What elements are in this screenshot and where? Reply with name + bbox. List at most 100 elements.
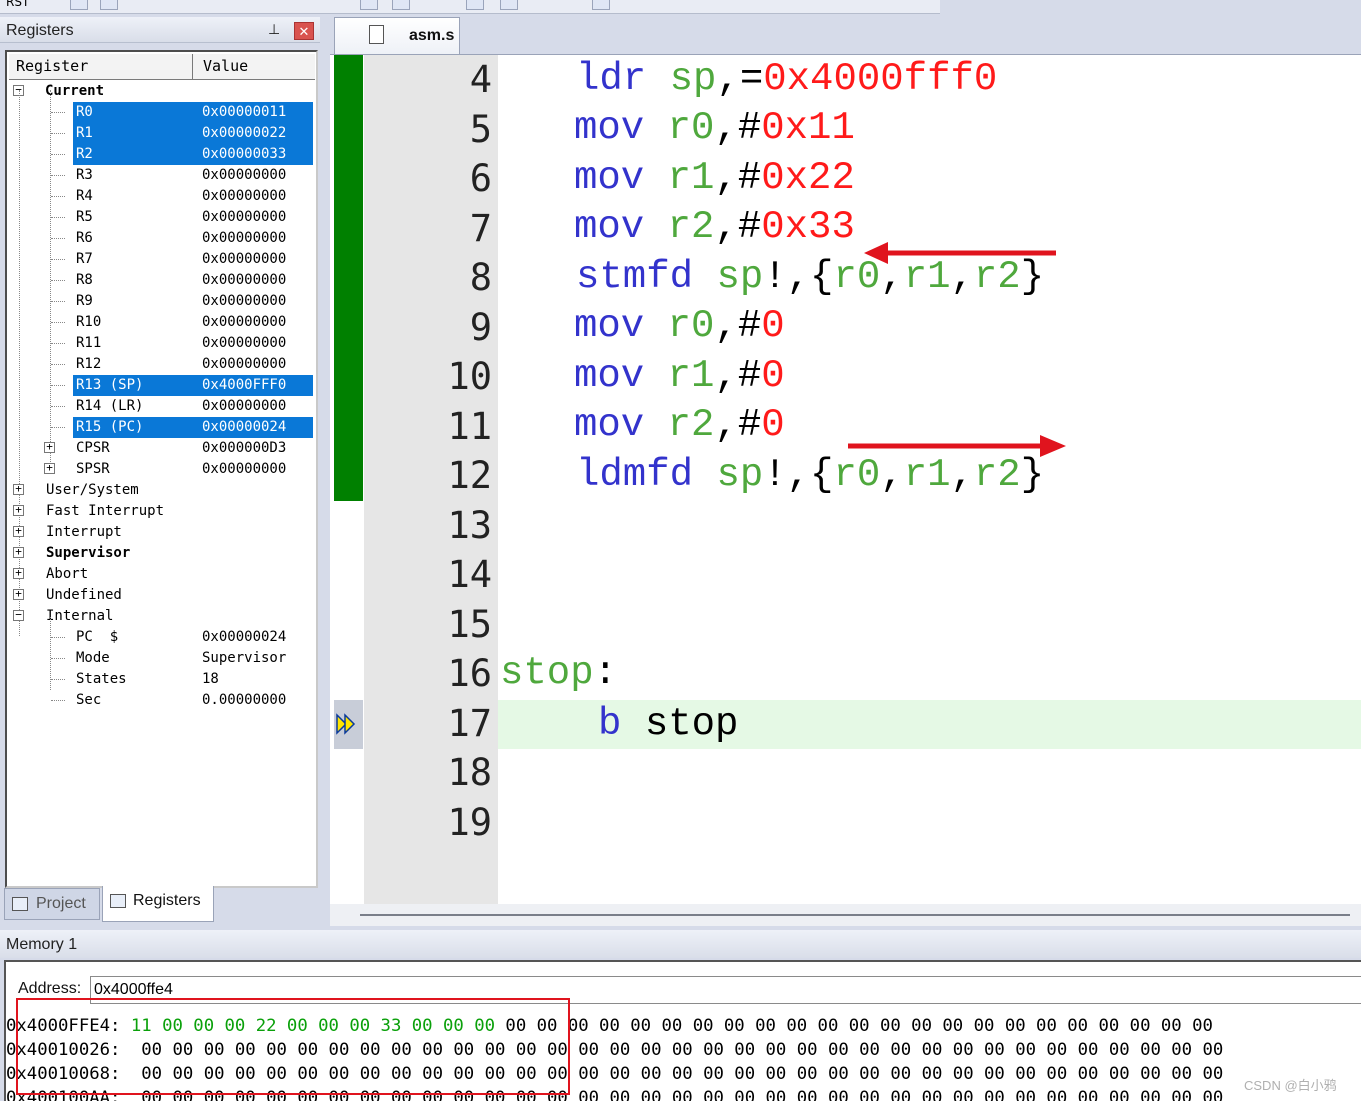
- register-row[interactable]: R2 0x00000033: [73, 144, 313, 165]
- toolbar-button[interactable]: [392, 0, 410, 10]
- register-row[interactable]: R10 0x00000000: [73, 312, 313, 333]
- code-keyword: b: [598, 702, 622, 746]
- toolbar-button[interactable]: [100, 0, 118, 10]
- tab-project[interactable]: Project: [4, 888, 100, 920]
- register-value[interactable]: 18: [202, 669, 219, 689]
- register-row[interactable]: R15 (PC) 0x00000024: [73, 417, 313, 438]
- register-value[interactable]: 0x00000024: [202, 417, 286, 437]
- expand-toggle-spsr[interactable]: +: [44, 462, 55, 474]
- register-row[interactable]: R11 0x00000000: [73, 333, 313, 354]
- scrollbar-track[interactable]: [360, 914, 1350, 916]
- column-register[interactable]: Register: [9, 54, 193, 80]
- register-row[interactable]: R1 0x00000022: [73, 123, 313, 144]
- register-value[interactable]: 0x4000FFF0: [202, 375, 286, 395]
- internal-row[interactable]: States 18: [73, 669, 313, 690]
- register-row[interactable]: R9 0x00000000: [73, 291, 313, 312]
- close-icon[interactable]: ✕: [294, 22, 314, 40]
- register-value[interactable]: 0x00000000: [202, 333, 286, 353]
- tree-node-current[interactable]: Current: [7, 81, 313, 102]
- register-row[interactable]: R6 0x00000000: [73, 228, 313, 249]
- register-row[interactable]: R3 0x00000000: [73, 165, 313, 186]
- toolbar-label[interactable]: RST: [6, 0, 29, 9]
- expand-toggle-cpsr[interactable]: +: [44, 441, 55, 453]
- expand-toggle-mode-group[interactable]: +: [13, 567, 24, 579]
- register-row[interactable]: R14 (LR) 0x00000000: [73, 396, 313, 417]
- register-value[interactable]: 0x00000000: [202, 291, 286, 311]
- tree-node-label: Current: [45, 83, 105, 99]
- editor-horizontal-scrollbar[interactable]: [330, 904, 1361, 926]
- code-line-5[interactable]: mov r0,#0x11: [574, 104, 855, 153]
- register-value[interactable]: 0x00000011: [202, 102, 286, 122]
- code-editor[interactable]: 4 5 6 7 8 9 10 11 12 13 14 15 16 17 18 19 ldr sp,=0x400…: [330, 54, 1361, 905]
- tab-registers[interactable]: Registers: [102, 886, 214, 922]
- toolbar-button[interactable]: [70, 0, 88, 10]
- register-value[interactable]: 0x00000000: [202, 270, 286, 290]
- memory-bytes[interactable]: 00 00 00 00 00 00 00 00 00 00 00 00 00 0…: [495, 1016, 1213, 1036]
- register-value[interactable]: 0x00000000: [202, 354, 286, 374]
- register-value[interactable]: 0x00000000: [202, 165, 286, 185]
- expand-toggle-mode-group[interactable]: +: [13, 483, 24, 495]
- tree-connector: [51, 133, 65, 134]
- expand-toggle-mode-group[interactable]: +: [13, 525, 24, 537]
- status-register-row[interactable]: SPSR 0x00000000: [73, 459, 313, 480]
- code-line-4[interactable]: ldr sp,=0x4000fff0: [576, 55, 997, 104]
- mode-group-row[interactable]: Supervisor: [43, 543, 313, 564]
- register-value[interactable]: 0x00000000: [202, 459, 286, 479]
- register-value[interactable]: 0x00000000: [202, 249, 286, 269]
- register-name: SPSR: [76, 461, 110, 477]
- register-row[interactable]: R0 0x00000011: [73, 102, 313, 123]
- register-value[interactable]: Supervisor: [202, 648, 286, 668]
- mode-group-label: Fast Interrupt: [46, 503, 165, 519]
- code-line-6[interactable]: mov r1,#0x22: [574, 154, 855, 203]
- mode-group-row[interactable]: User/System: [43, 480, 313, 501]
- mode-group-row[interactable]: Undefined: [43, 585, 313, 606]
- collapse-toggle-internal[interactable]: −: [13, 609, 24, 621]
- toolbar-button[interactable]: [500, 0, 518, 10]
- register-row[interactable]: R8 0x00000000: [73, 270, 313, 291]
- register-value[interactable]: 0.00000000: [202, 690, 286, 710]
- toolbar-button[interactable]: [466, 0, 484, 10]
- column-value[interactable]: Value: [195, 54, 248, 79]
- register-row[interactable]: R7 0x00000000: [73, 249, 313, 270]
- editor-gutter[interactable]: [330, 55, 364, 905]
- expand-toggle-mode-group[interactable]: +: [13, 588, 24, 600]
- register-value[interactable]: 0x00000033: [202, 144, 286, 164]
- pin-icon[interactable]: ⊥: [268, 21, 280, 38]
- code-line-17[interactable]: b stop: [598, 700, 738, 749]
- register-value[interactable]: 0x00000022: [202, 123, 286, 143]
- editor-area: asm.s 4 5 6 7 8 9 10 11 12 13 14 15 16 17 18 19 ldr sp,…: [326, 14, 1361, 926]
- memory-panel: Memory 1 Address: 0x4000ffe4 0x4000FFE4:…: [0, 926, 1361, 1101]
- register-value[interactable]: 0x00000024: [202, 627, 286, 647]
- code-line-10[interactable]: mov r1,#0: [574, 352, 785, 401]
- toolbar-button[interactable]: [360, 0, 378, 10]
- mode-group-row[interactable]: Interrupt: [43, 522, 313, 543]
- register-value[interactable]: 0x000000D3: [202, 438, 286, 458]
- status-register-row[interactable]: CPSR 0x000000D3: [73, 438, 313, 459]
- code-number: 0x4000fff0: [763, 57, 998, 101]
- code-line-16[interactable]: stop:: [500, 649, 617, 698]
- register-row[interactable]: R12 0x00000000: [73, 354, 313, 375]
- code-lines[interactable]: ldr sp,=0x4000fff0 mov r0,#0x11 mov r1,#…: [498, 55, 1361, 905]
- register-row[interactable]: R4 0x00000000: [73, 186, 313, 207]
- register-row[interactable]: R13 (SP) 0x4000FFF0: [73, 375, 313, 396]
- mode-group-row[interactable]: Fast Interrupt: [43, 501, 313, 522]
- internal-row[interactable]: PC $ 0x00000024: [73, 627, 313, 648]
- expand-toggle-mode-group[interactable]: +: [13, 504, 24, 516]
- tab-asm-file[interactable]: asm.s: [334, 17, 460, 54]
- register-value[interactable]: 0x00000000: [202, 396, 286, 416]
- internal-row[interactable]: Mode Supervisor: [73, 648, 313, 669]
- code-line-9[interactable]: mov r0,#0: [574, 302, 785, 351]
- code-register: r1: [667, 156, 715, 200]
- mode-group-row[interactable]: Abort: [43, 564, 313, 585]
- register-value[interactable]: 0x00000000: [202, 312, 286, 332]
- register-value[interactable]: 0x00000000: [202, 207, 286, 227]
- register-value[interactable]: 0x00000000: [202, 228, 286, 248]
- toolbar-button[interactable]: [592, 0, 610, 10]
- register-row[interactable]: R5 0x00000000: [73, 207, 313, 228]
- internal-row[interactable]: Sec 0.00000000: [73, 690, 313, 711]
- tree-node-internal[interactable]: Internal: [43, 606, 313, 627]
- expand-toggle-mode-group[interactable]: +: [13, 546, 24, 558]
- code-line-7[interactable]: mov r2,#0x33: [574, 203, 855, 252]
- register-value[interactable]: 0x00000000: [202, 186, 286, 206]
- code-line-11[interactable]: mov r2,#0: [574, 401, 785, 450]
